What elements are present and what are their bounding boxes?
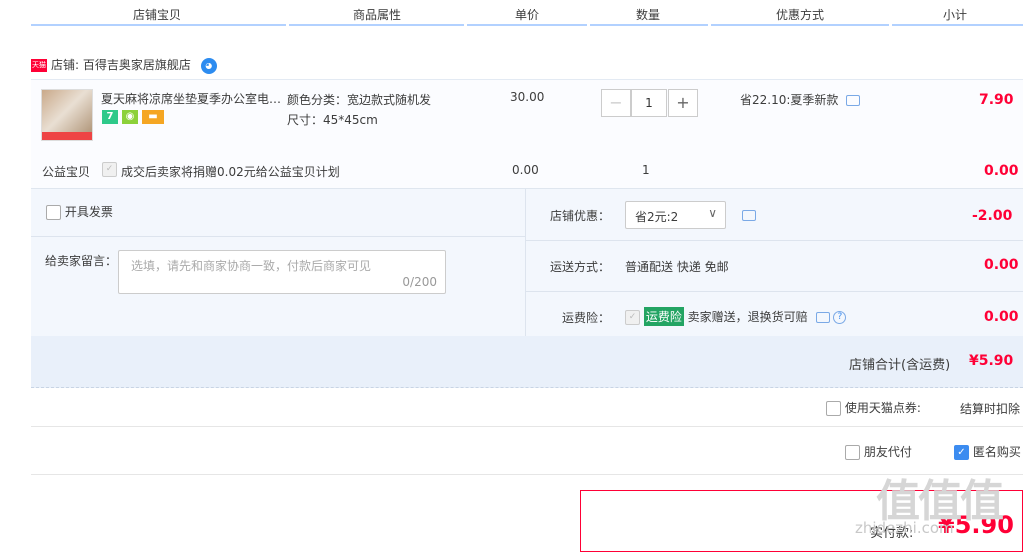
unit-price: 30.00 <box>510 90 545 104</box>
watermark-url: zhidezhi.com <box>855 519 954 537</box>
coupon-checkbox[interactable] <box>826 401 841 416</box>
col-subtotal: 小计 <box>943 8 968 22</box>
charity-price: 0.00 <box>512 163 539 177</box>
charity-checkbox[interactable]: ✓ <box>102 162 117 177</box>
shop-total-label: 店铺合计(含运费) <box>849 358 951 373</box>
increase-button[interactable]: + <box>668 89 698 117</box>
wangwang-chat-icon[interactable]: ◕ <box>200 57 217 74</box>
guarantee-icon: ◉ <box>122 110 138 124</box>
shop-name-link[interactable]: 百得吉奥家居旗舰店 <box>83 58 191 72</box>
friend-pay-checkbox[interactable] <box>845 445 860 460</box>
col-promo: 优惠方式 <box>776 8 825 22</box>
charity-checkbox-wrap: ✓ <box>102 162 117 177</box>
quantity-stepper: − 1 + <box>601 89 698 117</box>
shop-discount-label: 店铺优惠： <box>550 209 611 223</box>
promo-label: 省22.10:夏季新款 <box>740 93 839 107</box>
comment-icon[interactable] <box>815 312 830 323</box>
col-attributes: 商品属性 <box>353 8 402 22</box>
shop-discount-amount: -2.00 <box>972 208 1013 224</box>
credit-card-icon: ▬ <box>142 110 164 124</box>
seller-message-input[interactable]: 选填，请先和商家协商一致，付款后商家可见 0/200 <box>118 250 446 294</box>
header-underline <box>892 24 1023 26</box>
charity-label: 公益宝贝 <box>42 165 91 179</box>
anonymous-label: 匿名购买 <box>972 445 1021 459</box>
shop-row: 天猫 店铺: 百得吉奥家居旗舰店 ◕ <box>31 56 217 74</box>
coupon-note: 结算时扣除 <box>960 402 1021 416</box>
seven-day-return-icon: 7 <box>102 110 118 124</box>
header-underline <box>467 24 587 26</box>
shipping-label: 运送方式： <box>550 260 611 274</box>
panel-divider <box>525 189 526 337</box>
invoice-option: 开具发票 <box>46 203 113 220</box>
comment-icon[interactable] <box>742 210 756 221</box>
col-shop-item: 店铺宝贝 <box>133 8 182 22</box>
message-placeholder: 选填，请先和商家协商一致，付款后商家可见 <box>131 259 372 273</box>
shipping-value: 普通配送 快递 免邮 <box>625 260 729 274</box>
coupon-option: 使用天猫点券: <box>826 399 921 416</box>
col-unit-price: 单价 <box>515 8 540 22</box>
promo-text: 省22.10:夏季新款 <box>740 91 861 108</box>
header-underline <box>31 24 286 26</box>
divider <box>31 474 1023 475</box>
quantity-input[interactable]: 1 <box>631 89 667 117</box>
charity-subtotal: 0.00 <box>984 163 1019 179</box>
panel-divider <box>31 236 525 237</box>
panel-divider <box>525 291 1023 292</box>
coupon-label: 使用天猫点券: <box>844 401 921 415</box>
header-underline <box>711 24 889 26</box>
insurance-option: ✓ 运费险 卖家赠送，退换货可赔 ? <box>625 307 847 326</box>
insurance-amount: 0.00 <box>984 309 1019 325</box>
table-header: 店铺宝贝 商品属性 单价 数量 优惠方式 小计 <box>31 0 1023 26</box>
panel-divider <box>525 240 1023 241</box>
insurance-desc: 卖家赠送，退换货可赔 <box>687 310 808 324</box>
invoice-checkbox[interactable] <box>46 205 61 220</box>
shop-total-value: ¥5.90 <box>969 353 1014 369</box>
charity-quantity: 1 <box>642 163 650 177</box>
attr-color: 颜色分类：宽边款式随机发 <box>287 93 432 107</box>
comment-icon[interactable] <box>846 95 861 106</box>
shipping-amount: 0.00 <box>984 257 1019 273</box>
header-underline <box>590 24 708 26</box>
attr-size: 尺寸：45*45cm <box>287 113 378 127</box>
col-quantity: 数量 <box>636 8 661 22</box>
product-title-link[interactable]: 夏天麻将凉席坐垫夏季办公室电… <box>101 90 281 107</box>
shop-discount-value: 省2元:2 <box>635 210 679 224</box>
chevron-down-icon: ∨ <box>708 206 717 220</box>
charity-desc: 成交后卖家将捐赠0.02元给公益宝贝计划 <box>121 165 340 179</box>
tmall-logo-icon: 天猫 <box>31 59 47 72</box>
friend-pay-label: 朋友代付 <box>863 445 912 459</box>
decrease-button[interactable]: − <box>601 89 631 117</box>
anonymous-option: ✓ 匿名购买 <box>954 443 1021 460</box>
anonymous-checkbox[interactable]: ✓ <box>954 445 969 460</box>
help-icon[interactable]: ? <box>833 311 847 324</box>
shop-discount-select[interactable]: 省2元:2 ∨ <box>625 201 726 229</box>
divider <box>31 426 1023 427</box>
message-counter: 0/200 <box>402 275 437 289</box>
invoice-label: 开具发票 <box>64 205 113 219</box>
item-subtotal: 7.90 <box>979 92 1014 108</box>
product-thumbnail[interactable] <box>41 89 93 141</box>
friend-pay-option: 朋友代付 <box>845 443 912 460</box>
shop-label: 店铺: <box>51 58 80 72</box>
insurance-label: 运费险： <box>562 311 611 325</box>
message-label: 给卖家留言： <box>45 254 118 268</box>
shop-total-row: 店铺合计(含运费) ¥5.90 <box>31 336 1023 388</box>
insurance-checkbox[interactable]: ✓ <box>625 310 640 325</box>
insurance-tag: 运费险 <box>643 307 684 326</box>
header-underline <box>289 24 464 26</box>
